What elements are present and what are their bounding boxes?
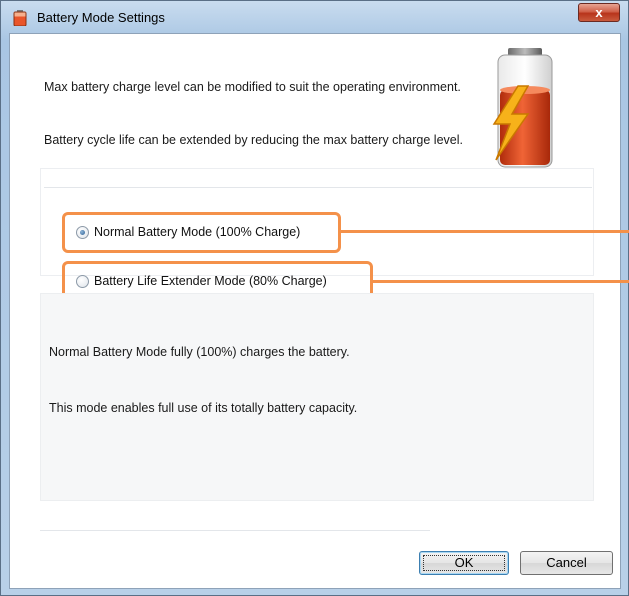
- extender-mode-label[interactable]: Battery Life Extender Mode (80% Charge): [94, 274, 327, 288]
- window-title: Battery Mode Settings: [37, 10, 165, 25]
- normal-mode-radio[interactable]: [76, 226, 89, 239]
- close-button[interactable]: x: [578, 3, 620, 22]
- normal-mode-label[interactable]: Normal Battery Mode (100% Charge): [94, 225, 300, 239]
- info-text-1: Normal Battery Mode fully (100%) charges…: [49, 345, 350, 359]
- description-text-1: Max battery charge level can be modified…: [44, 80, 461, 94]
- footer-separator: [40, 530, 430, 531]
- extender-mode-radio[interactable]: [76, 275, 89, 288]
- ok-button-label: OK: [454, 555, 474, 570]
- callout-line-extender: [372, 280, 629, 283]
- battery-icon: [13, 10, 27, 26]
- cancel-button[interactable]: Cancel: [520, 551, 613, 575]
- battery-charging-icon: [492, 48, 553, 168]
- title-bar[interactable]: Battery Mode Settings x: [1, 1, 628, 35]
- ok-button[interactable]: OK: [419, 551, 509, 575]
- description-text-2: Battery cycle life can be extended by re…: [44, 133, 463, 147]
- callout-line-normal: [340, 230, 629, 233]
- info-text-2: This mode enables full use of its totall…: [49, 401, 358, 415]
- mode-info-panel: Normal Battery Mode fully (100%) charges…: [40, 293, 594, 501]
